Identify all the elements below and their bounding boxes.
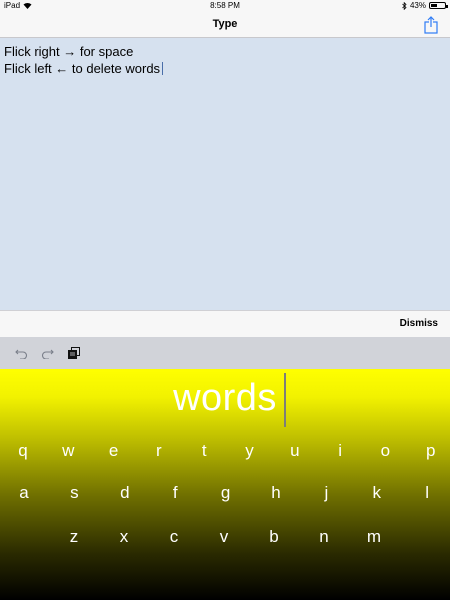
key-g[interactable]: g	[212, 480, 240, 506]
editor-line-2: Flick left ← to delete words	[4, 60, 446, 77]
text-editor[interactable]: Flick right → for space Flick left ← to …	[0, 38, 450, 310]
undo-button[interactable]	[14, 346, 28, 360]
nav-bar: Type	[0, 12, 450, 38]
key-s[interactable]: s	[60, 480, 88, 506]
key-b[interactable]: b	[260, 524, 288, 550]
undo-icon	[14, 349, 27, 359]
redo-button[interactable]	[40, 346, 54, 360]
editor-line-2-text: Flick left ← to delete words	[4, 61, 161, 76]
key-o[interactable]: o	[371, 438, 399, 464]
text-cursor	[162, 62, 164, 75]
page-title: Type	[212, 18, 238, 30]
clipboard-icon	[68, 347, 80, 359]
clock: 8:58 PM	[210, 1, 240, 10]
key-h[interactable]: h	[262, 480, 290, 506]
key-l[interactable]: l	[413, 480, 441, 506]
key-k[interactable]: k	[363, 480, 391, 506]
key-i[interactable]: i	[326, 438, 354, 464]
bluetooth-icon	[402, 1, 407, 10]
status-bar: iPad 8:58 PM 43%	[0, 0, 450, 12]
key-m[interactable]: m	[360, 524, 388, 550]
key-e[interactable]: e	[100, 438, 128, 464]
key-r[interactable]: r	[145, 438, 173, 464]
key-p[interactable]: p	[417, 438, 445, 464]
key-z[interactable]: z	[60, 524, 88, 550]
editor-line-1: Flick right → for space	[4, 44, 134, 59]
key-a[interactable]: a	[10, 480, 38, 506]
dismiss-bar: Dismiss	[0, 310, 450, 337]
key-w[interactable]: w	[54, 438, 82, 464]
key-v[interactable]: v	[210, 524, 238, 550]
gesture-keyboard[interactable]: words qwertyuiop asdfghjkl zxcvbnm	[0, 369, 450, 600]
share-icon	[424, 16, 438, 34]
redo-icon	[41, 349, 54, 359]
dismiss-button[interactable]: Dismiss	[400, 318, 438, 329]
share-button[interactable]	[422, 16, 440, 34]
battery-percent: 43%	[409, 1, 426, 10]
battery-fill	[431, 4, 437, 7]
current-word: words	[173, 377, 277, 419]
word-cursor	[284, 373, 286, 427]
key-c[interactable]: c	[160, 524, 188, 550]
key-u[interactable]: u	[281, 438, 309, 464]
key-y[interactable]: y	[236, 438, 264, 464]
key-d[interactable]: d	[111, 480, 139, 506]
key-j[interactable]: j	[312, 480, 340, 506]
status-right: 43%	[402, 1, 448, 10]
keyboard-toolbar	[0, 337, 450, 369]
key-f[interactable]: f	[161, 480, 189, 506]
battery-icon	[429, 2, 448, 9]
key-t[interactable]: t	[190, 438, 218, 464]
paste-button[interactable]	[67, 346, 81, 360]
key-x[interactable]: x	[110, 524, 138, 550]
key-n[interactable]: n	[310, 524, 338, 550]
key-q[interactable]: q	[9, 438, 37, 464]
